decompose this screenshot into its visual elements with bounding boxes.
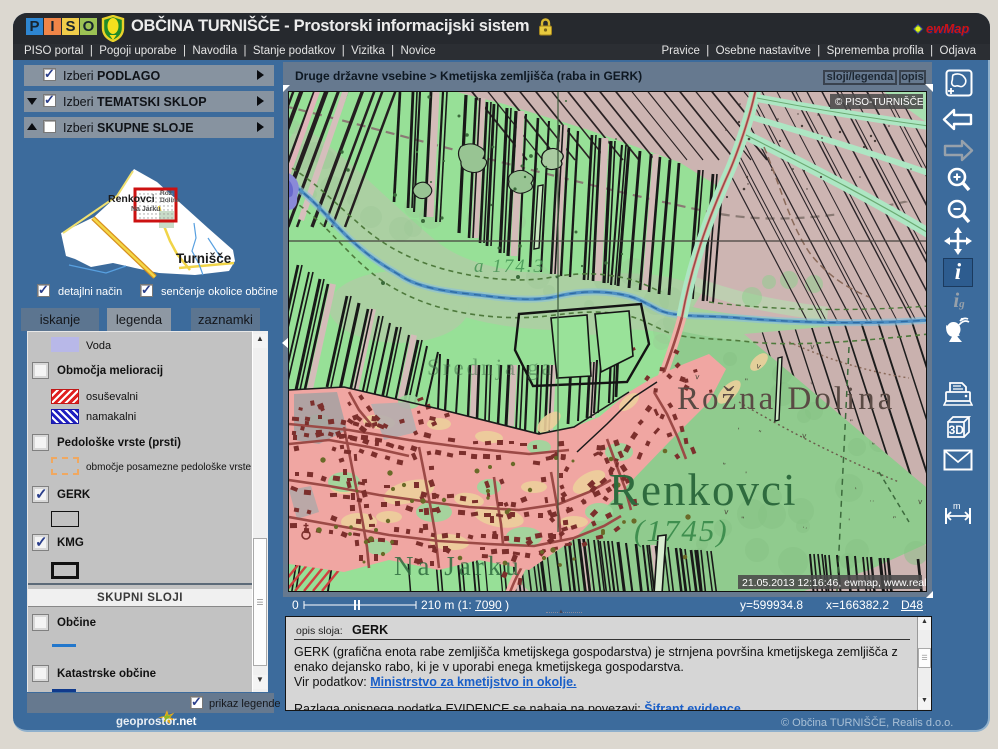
svg-text:Rožna Dolina: Rožna Dolina: [677, 381, 895, 417]
svg-text:(1745): (1745): [634, 513, 729, 548]
svg-text:ʾʾ: ʾʾ: [869, 499, 875, 508]
svg-text:m: m: [953, 501, 961, 511]
svg-text:© PISO-TURNIŠČE: © PISO-TURNIŠČE: [835, 95, 924, 108]
svg-text:Na Jarku: Na Jarku: [394, 551, 523, 581]
svg-text:a 174.3: a 174.3: [474, 256, 545, 277]
svg-text:3D: 3D: [949, 423, 965, 437]
svg-text:Renkovci: Renkovci: [609, 465, 797, 515]
svg-text:21.05.2013 12:16:46, ewmap, ww: 21.05.2013 12:16:46, ewmap, www.realis.s…: [742, 577, 926, 589]
svg-text:v: v: [918, 497, 923, 506]
svg-text:Srednja ga: Srednja ga: [427, 355, 555, 380]
